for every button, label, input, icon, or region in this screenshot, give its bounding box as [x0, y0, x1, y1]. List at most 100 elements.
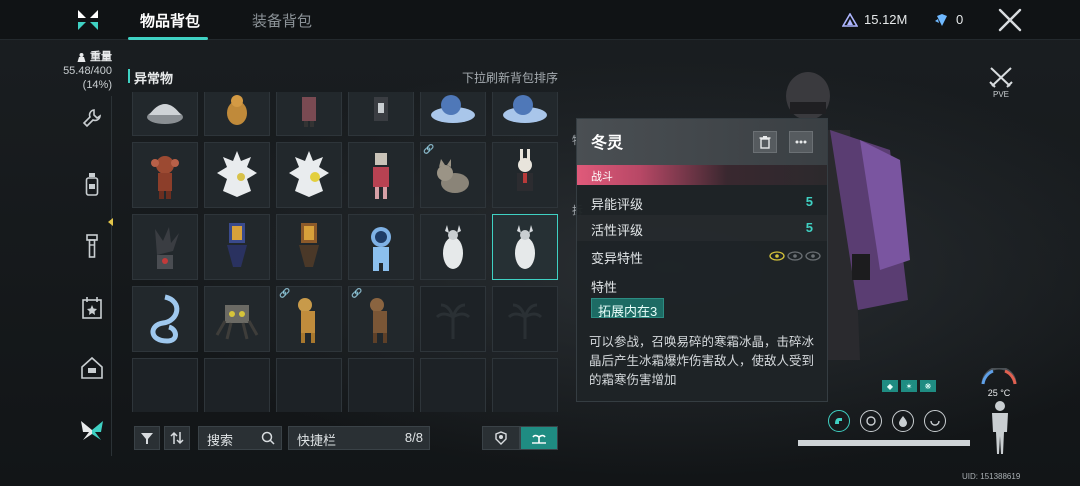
- butterfly-icon[interactable]: [78, 416, 106, 444]
- more-options-button[interactable]: [789, 131, 813, 153]
- temperature-gauge: 25 °C: [978, 366, 1020, 398]
- mood-status-icon: [924, 410, 946, 432]
- sort-button[interactable]: [164, 426, 190, 450]
- anomaly-filter-tab[interactable]: [520, 426, 558, 450]
- ice-snail-icon: [431, 95, 475, 123]
- inventory-slot-spiky-egg-a[interactable]: [204, 142, 270, 208]
- inventory-slot-ice-snail-b[interactable]: [492, 92, 558, 136]
- island-icon: [532, 434, 546, 444]
- wrench-icon[interactable]: [78, 106, 106, 134]
- inventory-slot-ice-snail-a[interactable]: [420, 92, 486, 136]
- mech-spider-icon: [215, 305, 259, 340]
- badge-filter-tab[interactable]: [482, 426, 520, 450]
- inventory-slot-rabbit[interactable]: [492, 142, 558, 208]
- inventory-slot-empty[interactable]: [204, 358, 270, 412]
- game-logo-icon: [78, 10, 98, 30]
- trash-icon: [759, 136, 771, 149]
- inventory-slot-glass-knot[interactable]: [132, 286, 198, 352]
- inventory-slot-dog-a[interactable]: 🔗: [276, 286, 342, 352]
- item-type-tag: 战斗: [577, 165, 827, 185]
- stamina-fill: [798, 440, 970, 446]
- calendar-star-icon[interactable]: [78, 294, 106, 322]
- tab-equipment-bag[interactable]: 装备背包: [252, 10, 312, 31]
- inventory-slot-mech-spider[interactable]: [204, 286, 270, 352]
- inventory-slot-box-doll[interactable]: [348, 142, 414, 208]
- item-detail-panel: 冬灵 战斗 异能评级 5 活性评级 5 变异特性 特性 拓展内在3 可以参战，召…: [576, 118, 828, 402]
- refresh-hint: 下拉刷新背包排序: [461, 71, 558, 85]
- more-icon: [795, 140, 807, 144]
- inventory-slot-empty[interactable]: [348, 358, 414, 412]
- quickbar-count: 8/8: [404, 430, 423, 445]
- stat-value: 5: [805, 220, 813, 235]
- buff-bar: ◆ ✶ ❋: [882, 380, 936, 392]
- mutation-eye-icons: [769, 251, 821, 261]
- user-id: UID: 151388619: [962, 472, 1021, 481]
- stat-label: 变异特性: [591, 251, 644, 266]
- flashlight-icon[interactable]: [78, 232, 106, 260]
- buff-icon[interactable]: ◆: [882, 380, 898, 392]
- inventory-slot-tv-head-a[interactable]: [204, 214, 270, 280]
- pve-indicator[interactable]: PVE: [986, 66, 1016, 99]
- inventory-grid: 🔗 🔗 🔗: [132, 92, 562, 412]
- spiky-egg-icon: [289, 151, 329, 197]
- energy-value: 15.12M: [864, 12, 908, 27]
- inventory-slot-empty[interactable]: [492, 286, 558, 352]
- quickbar-label: 快捷栏: [297, 433, 337, 448]
- trait-chip[interactable]: 拓展内在3: [591, 298, 665, 319]
- dog-figure-icon: [298, 298, 315, 343]
- inventory-slot-empty[interactable]: [276, 358, 342, 412]
- tv-head-figure-icon: [299, 223, 319, 267]
- category-title: 异常物: [134, 71, 174, 86]
- quickbar-button[interactable]: 快捷栏 8/8: [288, 426, 430, 450]
- badge-icon: [495, 431, 507, 445]
- inventory-slot-dog-b[interactable]: 🔗: [348, 286, 414, 352]
- monkey-figure-icon: [151, 156, 179, 199]
- inventory-slot-doll-dark[interactable]: [348, 92, 414, 136]
- inventory-slot-astronaut[interactable]: [348, 214, 414, 280]
- stat-row: 变异特性: [577, 243, 827, 269]
- palm-placeholder-icon: [507, 303, 543, 339]
- inventory-slot-doll-red[interactable]: [276, 92, 342, 136]
- snowglobe-icon: [147, 104, 183, 124]
- tv-head-figure-icon: [227, 223, 247, 267]
- inventory-slot-empty[interactable]: [132, 358, 198, 412]
- thirst-status-icon: [892, 410, 914, 432]
- glass-knot-icon: [150, 294, 180, 344]
- body-status-icon[interactable]: [986, 400, 1014, 456]
- inventory-slot-tv-head-b[interactable]: [276, 214, 342, 280]
- cat-figure-icon: [437, 159, 469, 193]
- home-icon[interactable]: [78, 354, 106, 382]
- top-bar: 物品背包 装备背包 15.12M 0: [0, 0, 1080, 40]
- inventory-slot-bear[interactable]: [204, 92, 270, 136]
- energy-triangle-icon: [842, 12, 858, 27]
- crystal-value: 0: [956, 12, 964, 27]
- detail-header: 冬灵: [577, 119, 827, 165]
- discard-button[interactable]: [753, 131, 777, 153]
- bear-figure-icon: [227, 95, 247, 125]
- sort-icon: [170, 431, 184, 445]
- filter-icon: [141, 433, 153, 444]
- bottle-icon[interactable]: [78, 170, 106, 198]
- search-field[interactable]: 搜索: [198, 426, 282, 450]
- buff-icon[interactable]: ❋: [920, 380, 936, 392]
- tab-item-bag[interactable]: 物品背包: [140, 10, 200, 31]
- inventory-slot-spiky-egg-b[interactable]: [276, 142, 342, 208]
- close-icon[interactable]: [996, 6, 1024, 34]
- inventory-header: 异常物 下拉刷新背包排序: [128, 66, 560, 86]
- inventory-slot-empty[interactable]: [420, 358, 486, 412]
- inventory-slot-empty[interactable]: [492, 358, 558, 412]
- crossed-swords-icon: [989, 67, 1013, 88]
- goat-figure-icon: [515, 225, 535, 269]
- dog-figure-icon: [370, 298, 387, 343]
- inventory-slot-monkey[interactable]: [132, 142, 198, 208]
- inventory-slot-goat-selected[interactable]: [492, 214, 558, 280]
- inventory-slot-goat-a[interactable]: [420, 214, 486, 280]
- inventory-slot-cat[interactable]: 🔗: [420, 142, 486, 208]
- buff-icon[interactable]: ✶: [901, 380, 917, 392]
- inventory-slot-claw-hand[interactable]: [132, 214, 198, 280]
- inventory-slot-snowglobe[interactable]: [132, 92, 198, 136]
- stat-label: 异能评级: [591, 197, 644, 212]
- filter-button[interactable]: [134, 426, 160, 450]
- inventory-slot-empty[interactable]: [420, 286, 486, 352]
- stat-label: 活性评级: [591, 223, 644, 238]
